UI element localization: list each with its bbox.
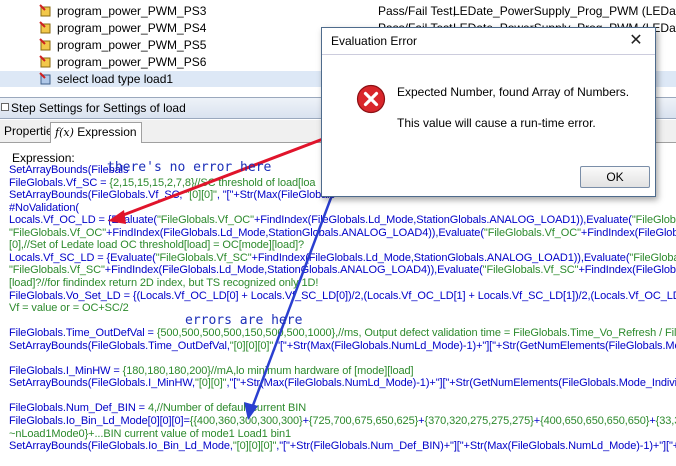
dialog-title: Evaluation Error <box>331 34 418 48</box>
annotation-no-error: there's no error here <box>107 160 272 175</box>
ok-button[interactable]: OK <box>580 166 650 188</box>
blue-arrow-head <box>244 402 258 420</box>
annotation-errors-here: errors are here <box>185 313 303 328</box>
red-arrow-head <box>108 210 126 224</box>
dialog-message-secondary: This value will cause a run-time error. <box>397 116 596 130</box>
dialog-message-primary: Expected Number, found Array of Numbers. <box>397 85 630 99</box>
error-icon <box>356 84 386 114</box>
dialog-title-bar[interactable]: Evaluation Error ✕ <box>322 28 655 55</box>
evaluation-error-dialog: Evaluation Error ✕ Expected Number, foun… <box>321 27 656 197</box>
close-icon[interactable]: ✕ <box>621 30 651 52</box>
